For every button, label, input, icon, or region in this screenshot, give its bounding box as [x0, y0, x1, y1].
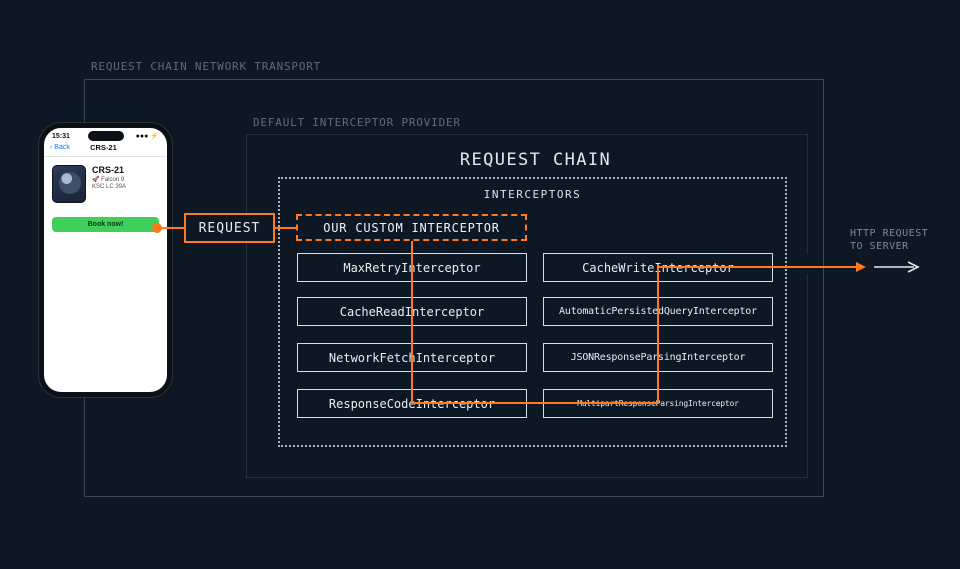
transport-label: REQUEST CHAIN NETWORK TRANSPORT — [91, 60, 321, 73]
interceptor-box: NetworkFetchInterceptor — [297, 343, 527, 372]
phone-content: CRS-21 🚀 Falcon 9 KSC LC 39A — [44, 157, 167, 211]
phone-back-label: Back — [54, 144, 70, 151]
http-label-line1: HTTP REQUEST — [850, 228, 928, 239]
interceptor-box: MultipartResponseParsingInterceptor — [543, 389, 773, 418]
phone-status-icons: ●●● ⚡ — [136, 132, 159, 140]
phone-mock: 15:31 ●●● ⚡ ‹ Back CRS-21 CRS-21 🚀 Falco… — [39, 123, 172, 397]
phone-nav: ‹ Back CRS-21 — [44, 141, 167, 157]
book-button[interactable]: Book now! — [52, 217, 159, 232]
interceptor-box: MaxRetryInterceptor — [297, 253, 527, 282]
phone-title: CRS-21 — [90, 143, 117, 152]
interceptor-box: ResponseCodeInterceptor — [297, 389, 527, 418]
phone-info: CRS-21 🚀 Falcon 9 KSC LC 39A — [92, 165, 126, 203]
phone-notch — [88, 131, 124, 141]
interceptors-title: INTERCEPTORS — [278, 188, 787, 201]
mission-name: CRS-21 — [92, 165, 126, 175]
interceptor-box: AutomaticPersistedQueryInterceptor — [543, 297, 773, 326]
request-box: REQUEST — [184, 213, 275, 243]
phone-time: 15:31 — [52, 133, 70, 140]
http-label-line2: TO SERVER — [850, 241, 909, 252]
interceptor-box: CacheWriteInterceptor — [543, 253, 773, 282]
arrow-white-icon — [874, 261, 922, 273]
custom-interceptor-box: OUR CUSTOM INTERCEPTOR — [296, 214, 527, 241]
phone-back[interactable]: ‹ Back — [50, 144, 70, 151]
rocket-line: 🚀 Falcon 9 — [92, 176, 126, 183]
pad-line: KSC LC 39A — [92, 184, 126, 190]
provider-label: DEFAULT INTERCEPTOR PROVIDER — [253, 116, 461, 129]
mission-patch-icon — [52, 165, 86, 203]
interceptor-box: CacheReadInterceptor — [297, 297, 527, 326]
interceptor-box: JSONResponseParsingInterceptor — [543, 343, 773, 372]
http-label: HTTP REQUEST TO SERVER — [850, 227, 928, 253]
chain-title: REQUEST CHAIN — [278, 150, 793, 170]
